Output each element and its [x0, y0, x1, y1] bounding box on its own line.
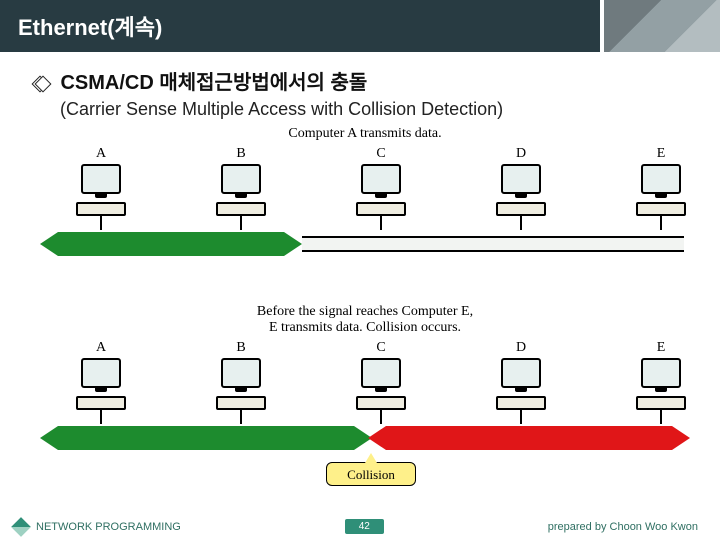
arrow-left-icon: [40, 426, 58, 450]
keyboard-icon: [496, 396, 546, 410]
keyboard-icon: [76, 202, 126, 216]
corner-logo: [600, 0, 720, 52]
cable-drop: [660, 410, 662, 424]
content-area: CSMA/CD 매체접근방법에서의 충돌 (Carrier Sense Mult…: [0, 52, 720, 486]
cable-drop: [380, 216, 382, 230]
footer-left-text: NETWORK PROGRAMMING: [36, 521, 181, 533]
diagram-panel-bottom: Before the signal reaches Computer E, E …: [46, 304, 684, 484]
keyboard-icon: [636, 202, 686, 216]
footer-left: NETWORK PROGRAMMING: [14, 520, 181, 534]
computer-b: B: [196, 146, 286, 230]
signal-bar-top: [46, 232, 684, 256]
diamond-bullet-icon: [34, 76, 48, 90]
computer-a: A: [56, 146, 146, 230]
keyboard-icon: [636, 396, 686, 410]
monitor-icon: [221, 164, 261, 194]
computer-label: C: [336, 146, 426, 162]
arrow-left-icon: [368, 426, 386, 450]
monitor-icon: [81, 358, 121, 388]
signal-green: [58, 232, 284, 256]
computer-label: B: [196, 146, 286, 162]
computer-label: C: [336, 340, 426, 356]
keyboard-icon: [356, 396, 406, 410]
computer-label: A: [56, 340, 146, 356]
keyboard-icon: [496, 202, 546, 216]
signal-idle: [302, 236, 684, 252]
signal-green: [58, 426, 354, 450]
monitor-icon: [501, 358, 541, 388]
computer-a: A: [56, 340, 146, 424]
computer-label: D: [476, 146, 566, 162]
caption-bottom: Before the signal reaches Computer E, E …: [46, 304, 684, 336]
monitor-icon: [361, 164, 401, 194]
diamond-icon: [11, 517, 31, 537]
keyboard-icon: [216, 202, 266, 216]
cable-drop: [100, 216, 102, 230]
heading-text: CSMA/CD 매체접근방법에서의 충돌: [60, 72, 367, 94]
footer: NETWORK PROGRAMMING 42 prepared by Choon…: [0, 519, 720, 534]
arrow-right-icon: [672, 426, 690, 450]
cable-drop: [240, 216, 242, 230]
keyboard-icon: [216, 396, 266, 410]
cable-drop: [380, 410, 382, 424]
computer-label: D: [476, 340, 566, 356]
footer-right-text: prepared by Choon Woo Kwon: [548, 521, 698, 533]
subheading: (Carrier Sense Multiple Access with Coll…: [60, 99, 696, 120]
keyboard-icon: [356, 202, 406, 216]
diagram-panel-top: Computer A transmits data. A B: [46, 126, 684, 296]
monitor-icon: [361, 358, 401, 388]
computer-e: E: [616, 146, 706, 230]
computer-e: E: [616, 340, 706, 424]
diagram: Computer A transmits data. A B: [46, 126, 684, 486]
slide: Ethernet(계속) CSMA/CD 매체접근방법에서의 충돌 (Carri…: [0, 0, 720, 540]
computer-label: A: [56, 146, 146, 162]
caption-top: Computer A transmits data.: [46, 126, 684, 142]
computer-row-top: A B C: [46, 146, 684, 256]
computer-d: D: [476, 340, 566, 424]
computer-label: E: [616, 146, 706, 162]
signal-bar-bottom: [46, 426, 684, 450]
cable-drop: [520, 216, 522, 230]
collision-callout: Collision: [326, 462, 416, 486]
monitor-icon: [641, 164, 681, 194]
arrow-right-icon: [284, 232, 302, 256]
slide-title: Ethernet(계속): [18, 10, 162, 42]
computer-d: D: [476, 146, 566, 230]
cable-drop: [100, 410, 102, 424]
monitor-icon: [641, 358, 681, 388]
page-number: 42: [345, 519, 384, 534]
monitor-icon: [501, 164, 541, 194]
computer-row-bottom: A B C: [46, 340, 684, 450]
monitor-icon: [81, 164, 121, 194]
arrow-left-icon: [40, 232, 58, 256]
heading: CSMA/CD 매체접근방법에서의 충돌: [34, 66, 696, 95]
computer-c: C: [336, 340, 426, 424]
computer-c: C: [336, 146, 426, 230]
monitor-icon: [221, 358, 261, 388]
title-bar: Ethernet(계속): [0, 0, 720, 52]
signal-red: [386, 426, 672, 450]
keyboard-icon: [76, 396, 126, 410]
computer-b: B: [196, 340, 286, 424]
cable-drop: [660, 216, 662, 230]
computer-label: B: [196, 340, 286, 356]
computer-label: E: [616, 340, 706, 356]
cable-drop: [520, 410, 522, 424]
cable-drop: [240, 410, 242, 424]
